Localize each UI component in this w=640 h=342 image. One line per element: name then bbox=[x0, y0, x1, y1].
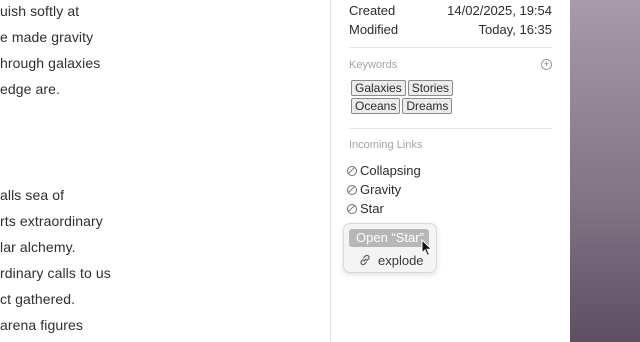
explode-label: explode bbox=[378, 252, 424, 268]
text-line: ct gathered. bbox=[0, 291, 76, 307]
keyword-tag[interactable]: Stories bbox=[407, 80, 454, 96]
text-line: e made gravity bbox=[0, 29, 94, 45]
created-label: Created bbox=[349, 3, 396, 18]
text-line: uish softly at bbox=[0, 3, 80, 19]
inspector-pane: Created 14/02/2025, 19:54 Modified Today… bbox=[331, 0, 570, 342]
incoming-link-label: Collapsing bbox=[360, 163, 421, 178]
separator bbox=[349, 47, 552, 48]
separator bbox=[349, 128, 552, 129]
keywords-title: Keywords bbox=[349, 59, 398, 71]
keyword-tag[interactable]: Oceans bbox=[351, 98, 401, 114]
text-line: rdinary calls to us bbox=[0, 265, 111, 281]
keyword-tag[interactable]: Galaxies bbox=[351, 80, 406, 96]
incoming-link-star[interactable]: Star bbox=[347, 201, 384, 216]
text-line: edge are. bbox=[0, 81, 61, 97]
link-chain-icon bbox=[360, 254, 370, 266]
editor-pane[interactable]: uish softly at e made gravity hrough gal… bbox=[0, 0, 330, 342]
incoming-link-gravity[interactable]: Gravity bbox=[347, 182, 401, 197]
link-icon bbox=[347, 203, 357, 214]
keywords-list: Galaxies Stories Oceans Dreams bbox=[351, 80, 551, 116]
text-line: rts extraordinary bbox=[0, 213, 103, 229]
mouse-pointer-icon bbox=[421, 239, 433, 257]
created-value: 14/02/2025, 19:54 bbox=[447, 3, 552, 18]
incoming-link-collapsing[interactable]: Collapsing bbox=[347, 163, 421, 178]
keywords-row: Galaxies Stories bbox=[351, 80, 551, 96]
desktop-background bbox=[570, 0, 640, 342]
text-line: hrough galaxies bbox=[0, 55, 101, 71]
open-star-button[interactable]: Open “Star” bbox=[349, 229, 429, 247]
text-line: alls sea of bbox=[0, 187, 65, 203]
explode-menu-item[interactable]: explode bbox=[358, 251, 424, 269]
text-line: arena figures bbox=[0, 317, 84, 333]
link-icon bbox=[347, 184, 357, 195]
incoming-links-title: Incoming Links bbox=[349, 139, 423, 151]
modified-label: Modified bbox=[349, 22, 399, 37]
link-icon bbox=[347, 165, 357, 176]
incoming-link-label: Gravity bbox=[360, 182, 402, 197]
keyword-tag[interactable]: Dreams bbox=[402, 98, 453, 114]
add-keyword-icon[interactable]: + bbox=[541, 59, 552, 70]
modified-value: Today, 16:35 bbox=[478, 22, 552, 37]
incoming-link-label: Star bbox=[360, 201, 384, 216]
keywords-row: Oceans Dreams bbox=[351, 98, 551, 114]
text-line: lar alchemy. bbox=[0, 239, 76, 255]
